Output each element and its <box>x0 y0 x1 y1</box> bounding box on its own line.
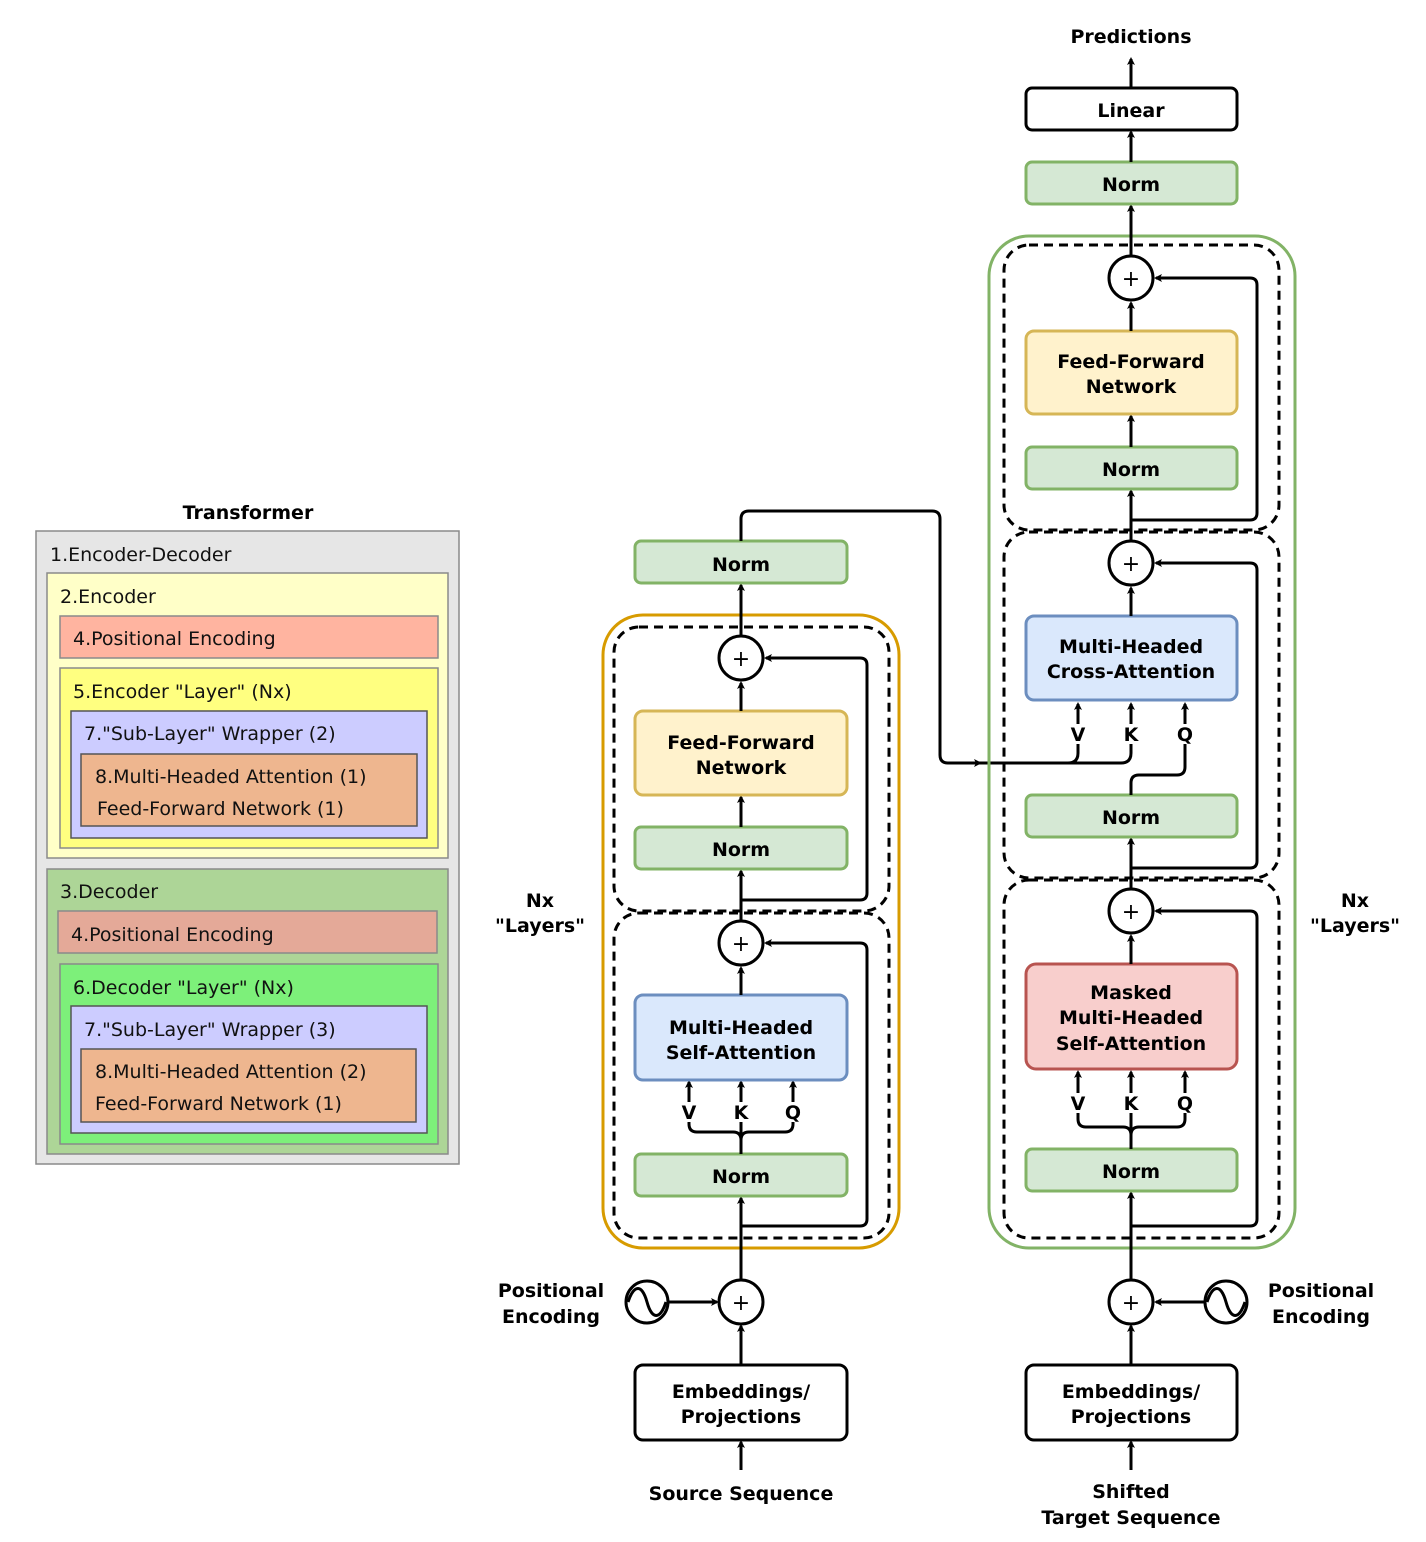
v-label: V <box>682 1102 697 1124</box>
encoder-self-attention-label: Self-Attention <box>666 1042 816 1064</box>
encoder-positional-label: Positional <box>498 1280 604 1302</box>
legend-enc-pos-label: 4.Positional Encoding <box>73 628 276 650</box>
plus-icon: + <box>732 1291 750 1316</box>
decoder-positional-label: Encoding <box>1272 1306 1370 1328</box>
decoder-norm-label: Norm <box>1102 459 1160 481</box>
k-label: K <box>1124 1093 1140 1115</box>
decoder-cross-attention-label: Cross-Attention <box>1047 661 1215 683</box>
plus-icon: + <box>1122 267 1140 292</box>
decoder-positional-label: Positional <box>1268 1280 1374 1302</box>
legend-dec-layer-label: 6.Decoder "Layer" (Nx) <box>73 977 294 999</box>
encoder-embeddings-label: Projections <box>681 1406 802 1428</box>
legend-panel: Transformer 1.Encoder-Decoder 2.Encoder … <box>35 502 460 1165</box>
decoder-ffn-label: Feed-Forward <box>1057 351 1204 373</box>
encoder-embeddings-label: Embeddings/ <box>672 1381 810 1403</box>
plus-icon: + <box>1122 1291 1140 1316</box>
legend-dec-sublayer-label: 7."Sub-Layer" Wrapper (3) <box>84 1019 336 1041</box>
decoder-masked-attention-label: Masked <box>1090 982 1172 1004</box>
source-sequence-label: Source Sequence <box>649 1483 834 1505</box>
transformer-diagram: Transformer 1.Encoder-Decoder 2.Encoder … <box>35 26 1400 1529</box>
decoder-nx-label: Nx <box>1341 890 1369 912</box>
decoder-norm-label: Norm <box>1102 174 1160 196</box>
q-label: Q <box>785 1102 801 1124</box>
legend-enc-ffn-label: Feed-Forward Network (1) <box>97 798 344 820</box>
legend-enc-sublayer-label: 7."Sub-Layer" Wrapper (2) <box>84 723 336 745</box>
decoder-cross-attention-label: Multi-Headed <box>1059 636 1203 658</box>
decoder-nx-label: "Layers" <box>1310 915 1400 937</box>
q-label: Q <box>1177 1093 1193 1115</box>
decoder-norm-label: Norm <box>1102 807 1160 829</box>
legend-dec-mha-label: 8.Multi-Headed Attention (2) <box>95 1061 367 1083</box>
encoder-ffn-label: Network <box>696 757 787 779</box>
legend-title: Transformer <box>183 502 314 524</box>
target-sequence-label: Target Sequence <box>1041 1507 1220 1529</box>
encoder-nx-label: Nx <box>526 890 554 912</box>
k-label: K <box>1124 724 1140 746</box>
v-label: V <box>1071 1093 1086 1115</box>
decoder-norm-label: Norm <box>1102 1161 1160 1183</box>
target-sequence-label: Shifted <box>1092 1481 1170 1503</box>
legend-dec-ffn-label: Feed-Forward Network (1) <box>95 1093 342 1115</box>
encoder-nx-label: "Layers" <box>495 915 585 937</box>
encoder-norm-label: Norm <box>712 554 770 576</box>
predictions-label: Predictions <box>1070 26 1191 48</box>
plus-icon: + <box>732 647 750 672</box>
decoder-ffn-label: Network <box>1086 376 1177 398</box>
legend-encoder-label: 2.Encoder <box>60 586 156 608</box>
encoder-ffn-label: Feed-Forward <box>667 732 814 754</box>
encoder-positional-label: Encoding <box>502 1306 600 1328</box>
legend-encoder-decoder-label: 1.Encoder-Decoder <box>50 544 232 566</box>
decoder-embeddings-label: Projections <box>1071 1406 1192 1428</box>
decoder-embeddings-label: Embeddings/ <box>1062 1381 1200 1403</box>
query-arrow <box>1129 702 1189 795</box>
v-label: V <box>1071 724 1086 746</box>
encoder-self-attention-label: Multi-Headed <box>669 1017 813 1039</box>
legend-decoder-label: 3.Decoder <box>60 881 158 903</box>
q-label: Q <box>1177 724 1193 746</box>
plus-icon: + <box>1122 552 1140 577</box>
decoder-cross-attention-box <box>1024 614 1239 702</box>
encoder-sine-icon <box>624 1279 670 1325</box>
k-label: K <box>734 1102 750 1124</box>
encoder-column: Source Sequence Embeddings/ Projections … <box>495 539 901 1505</box>
legend-dec-pos-label: 4.Positional Encoding <box>71 924 274 946</box>
plus-icon: + <box>1122 900 1140 925</box>
decoder-sine-icon <box>1203 1279 1249 1325</box>
decoder-column: Shifted Target Sequence Embeddings/ Proj… <box>987 26 1400 1529</box>
plus-icon: + <box>732 932 750 957</box>
decoder-masked-attention-label: Self-Attention <box>1056 1033 1206 1055</box>
decoder-masked-attention-label: Multi-Headed <box>1059 1007 1203 1029</box>
encoder-norm-label: Norm <box>712 1166 770 1188</box>
legend-enc-layer-label: 5.Encoder "Layer" (Nx) <box>73 681 292 703</box>
linear-label: Linear <box>1097 100 1165 122</box>
encoder-norm-label: Norm <box>712 839 770 861</box>
legend-enc-mha-label: 8.Multi-Headed Attention (1) <box>95 766 367 788</box>
